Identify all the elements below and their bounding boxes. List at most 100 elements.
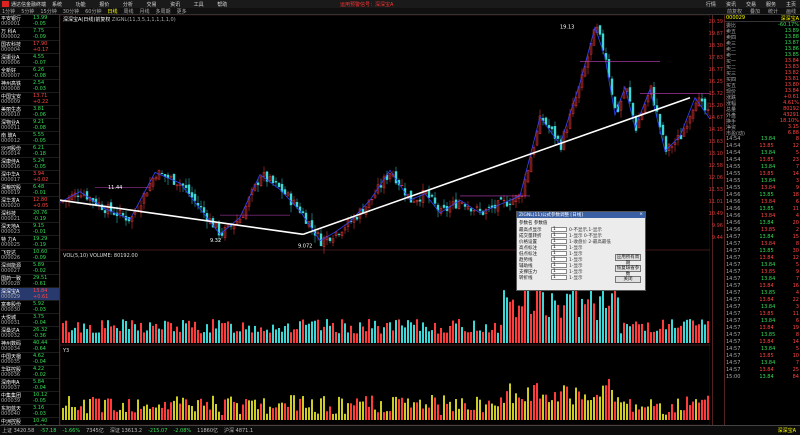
param-input[interactable]: 1 bbox=[551, 251, 567, 256]
param-input[interactable]: 1 bbox=[551, 257, 567, 262]
param-dialog[interactable]: ZIGNL(11)公式参数调整 [日线] × 参数名 参数值 最高点显示 1 0-不… bbox=[516, 211, 646, 291]
stock-list-item[interactable]: 国药一致 000028 29.51 -0.61 bbox=[0, 275, 59, 288]
nav-item[interactable]: 资讯 bbox=[726, 1, 736, 8]
indicator-bar bbox=[539, 398, 541, 420]
indicator-bar bbox=[257, 409, 259, 420]
stock-change: -0.04 bbox=[33, 359, 46, 365]
stock-list-item[interactable]: 全新好 000007 6.26 -0.08 bbox=[0, 67, 59, 80]
candle-body bbox=[76, 195, 80, 197]
tick-price: 13.84 bbox=[759, 325, 774, 331]
param-input[interactable]: 1 bbox=[551, 233, 567, 238]
volume-bar bbox=[449, 325, 451, 343]
candle-body bbox=[598, 25, 602, 35]
stock-list-item[interactable]: 深中华A 000017 3.94 +0.02 bbox=[0, 171, 59, 184]
main-menu[interactable]: 系统 功能 报价 分析 交易 资讯 工具 帮助 bbox=[52, 1, 239, 8]
period-tab[interactable]: 更多 bbox=[177, 8, 187, 15]
stock-list-item[interactable]: 深康佳A 000016 5.24 -0.05 bbox=[0, 158, 59, 171]
period-tab[interactable]: 月线 bbox=[140, 8, 150, 15]
volume-bar bbox=[392, 330, 394, 343]
indicator-bar bbox=[311, 399, 313, 420]
quote-list: 委比 -60.17% 卖五 13.89 卖四 13.88 卖三 13.87 卖二 13.86 卖一 1… bbox=[725, 22, 800, 137]
period-tab[interactable]: 周线 bbox=[124, 8, 134, 15]
stock-list-item[interactable]: 特 力A 000025 19.29 -0.19 bbox=[0, 236, 59, 249]
period-tab[interactable]: 60分钟 bbox=[85, 8, 101, 15]
title-right-nav[interactable]: 行情 资讯 交易 服务 主页 bbox=[706, 1, 796, 8]
stock-list-item[interactable]: 大悦城 000031 3.75 -0.04 bbox=[0, 314, 59, 327]
stock-code: 000012 bbox=[1, 138, 21, 144]
stock-list-item[interactable]: 中国宝安 000009 13.71 +0.22 bbox=[0, 93, 59, 106]
indicator-bar bbox=[209, 409, 211, 420]
status-item: 11860亿 bbox=[197, 428, 219, 434]
stock-list-item[interactable]: 万 科A 000002 7.75 -0.09 bbox=[0, 28, 59, 41]
stock-list-item[interactable]: 深物业A 000011 9.21 -0.08 bbox=[0, 119, 59, 132]
indicator-bar bbox=[218, 411, 220, 420]
stock-list-item[interactable]: 国农科技 000004 17.90 +0.17 bbox=[0, 41, 59, 54]
stock-list[interactable]: 平安银行 000001 13.99 -0.05 万 科A 000002 7.75 … bbox=[0, 15, 60, 431]
restore-default-button[interactable]: 恢复缺省参数 bbox=[615, 265, 641, 277]
stock-list-item[interactable]: 神州数码 000034 40.44 -0.64 bbox=[0, 340, 59, 353]
indicator-bar bbox=[293, 395, 295, 420]
alert-message[interactable]: 运用预警信号：深深宝A bbox=[340, 1, 393, 8]
period-tab[interactable]: 多周期 bbox=[156, 8, 171, 15]
stock-list-item[interactable]: 深华发A 000020 12.80 +0.05 bbox=[0, 197, 59, 210]
tick-price: 13.84 bbox=[759, 234, 774, 240]
stock-list-item[interactable]: 南 玻A 000012 5.55 -0.05 bbox=[0, 132, 59, 145]
stock-list-item[interactable]: 美丽生态 000010 3.81 -0.06 bbox=[0, 106, 59, 119]
param-input[interactable]: 1 bbox=[551, 227, 567, 232]
status-stock[interactable]: 深深宝A bbox=[778, 427, 796, 434]
volume-bar bbox=[215, 328, 217, 343]
tick-time: 14:55 bbox=[726, 171, 741, 177]
menu-item[interactable]: 帮助 bbox=[217, 2, 227, 8]
period-tab-selected[interactable]: 日线 bbox=[108, 8, 118, 15]
stock-list-item[interactable]: 神州高铁 000008 2.54 -0.03 bbox=[0, 80, 59, 93]
param-input[interactable]: 1 bbox=[551, 263, 567, 268]
toolbar-right-item[interactable]: 画线 bbox=[786, 8, 796, 15]
stock-list-item[interactable]: 沙河股份 000014 6.21 -0.18 bbox=[0, 145, 59, 158]
menu-item[interactable]: 工具 bbox=[194, 2, 204, 8]
period-tab[interactable]: 5分钟 bbox=[21, 8, 34, 15]
stock-list-item[interactable]: 深南电A 000037 5.84 -0.04 bbox=[0, 379, 59, 392]
stock-list-item[interactable]: 飞亚达 000026 10.60 -0.09 bbox=[0, 249, 59, 262]
stock-list-item[interactable]: 深粮控股 000019 6.48 -0.01 bbox=[0, 184, 59, 197]
tick-price: 13.85 bbox=[760, 332, 776, 338]
period-tab[interactable]: 30分钟 bbox=[63, 8, 79, 15]
indicator-bar bbox=[509, 383, 511, 420]
stock-list-item[interactable]: 中国天楹 000035 4.62 -0.04 bbox=[0, 353, 59, 366]
stock-list-item[interactable]: 深深宝A 000029 13.84 +0.61 bbox=[0, 288, 59, 301]
tick-price: 13.85 bbox=[759, 353, 774, 359]
period-tab[interactable]: 1分钟 bbox=[2, 8, 15, 15]
volume-bar bbox=[491, 329, 493, 343]
indicator-bar bbox=[308, 407, 310, 420]
stock-list-item[interactable]: 富奥股份 000030 5.92 -0.03 bbox=[0, 301, 59, 314]
stock-list-item[interactable]: 华联控股 000036 4.22 -0.02 bbox=[0, 366, 59, 379]
tick-time: 14:57 bbox=[726, 297, 741, 303]
nav-item[interactable]: 服务 bbox=[766, 1, 776, 8]
stock-list-item[interactable]: 深振业A 000006 4.55 -0.07 bbox=[0, 54, 59, 67]
indicator-bar bbox=[125, 411, 127, 420]
nav-item[interactable]: 行情 bbox=[706, 1, 716, 8]
period-tab[interactable]: 15分钟 bbox=[40, 8, 56, 15]
stock-change: -0.05 bbox=[33, 164, 46, 170]
toolbar-right-item[interactable]: 前复权 bbox=[727, 8, 742, 15]
param-input[interactable]: 1 bbox=[551, 275, 567, 280]
param-input[interactable]: 1 bbox=[551, 245, 567, 250]
nav-item[interactable]: 主页 bbox=[786, 1, 796, 8]
volume-bar bbox=[461, 327, 463, 343]
stock-list-item[interactable]: 东旭蓝天 000040 3.16 -0.03 bbox=[0, 405, 59, 418]
volume-bar bbox=[206, 324, 208, 343]
close-icon[interactable]: × bbox=[639, 212, 645, 218]
toolbar-right-item[interactable]: 叠加 bbox=[750, 8, 760, 15]
stock-list-item[interactable]: 中集集团 000039 10.12 -0.05 bbox=[0, 392, 59, 405]
close-button[interactable]: 关闭 bbox=[615, 276, 641, 283]
toolbar-right-item[interactable]: 统计 bbox=[768, 8, 778, 15]
stock-list-item[interactable]: 深科技 000021 20.76 -0.19 bbox=[0, 210, 59, 223]
tick-price: 13.84 bbox=[759, 220, 774, 226]
stock-list-item[interactable]: 平安银行 000001 13.99 -0.05 bbox=[0, 15, 59, 28]
stock-list-item[interactable]: 深桑达A 000032 26.32 -0.36 bbox=[0, 327, 59, 340]
stock-list-item[interactable]: 深圳能源 000027 5.89 -0.02 bbox=[0, 262, 59, 275]
nav-item[interactable]: 交易 bbox=[746, 1, 756, 8]
param-input[interactable]: 1 bbox=[551, 239, 567, 244]
apply-all-button[interactable]: 应用所有周期 bbox=[615, 254, 641, 266]
param-input[interactable]: 1 bbox=[551, 269, 567, 274]
stock-list-item[interactable]: 深天地A 000023 9.15 -0.01 bbox=[0, 223, 59, 236]
